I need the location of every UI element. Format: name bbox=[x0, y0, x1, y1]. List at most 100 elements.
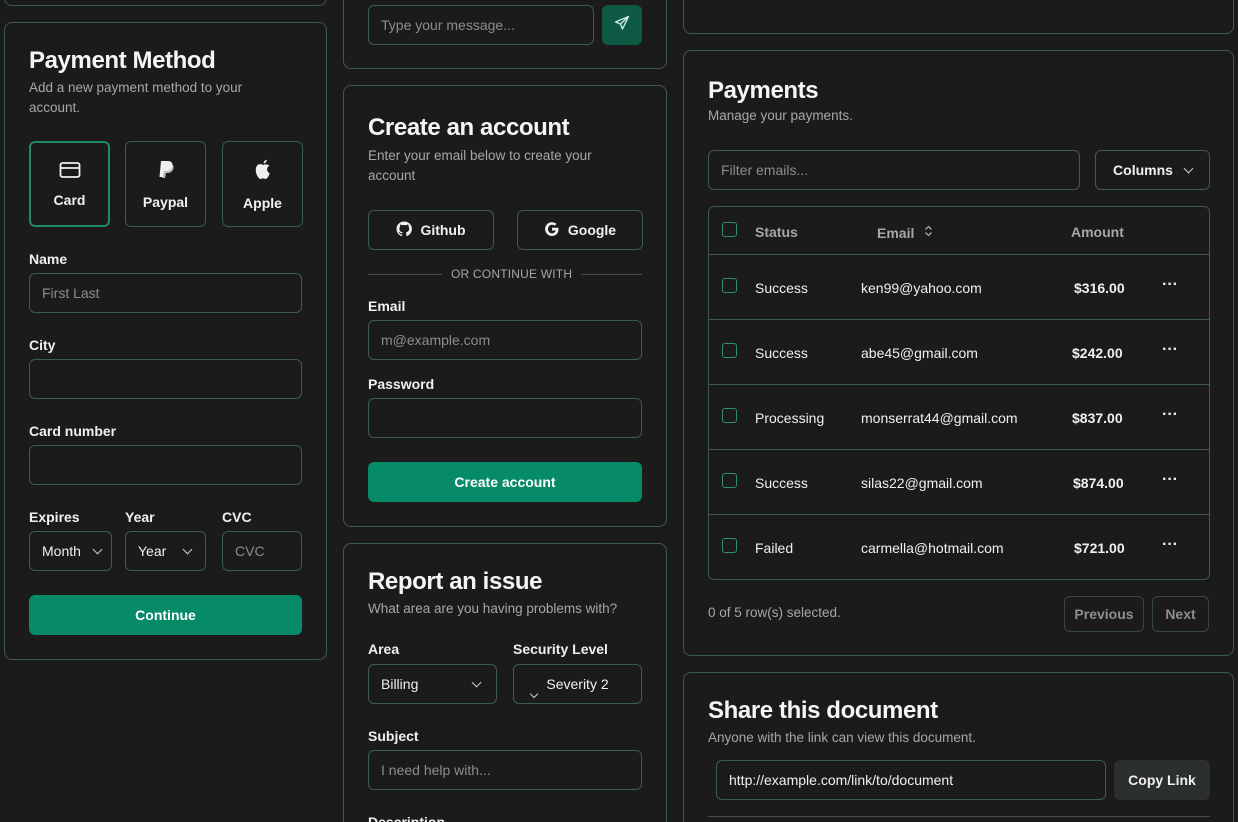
row-checkbox[interactable] bbox=[722, 408, 737, 423]
payment-method-title: Payment Method bbox=[29, 47, 216, 74]
row-checkbox[interactable] bbox=[722, 343, 737, 358]
password-input[interactable] bbox=[368, 398, 642, 438]
area-label: Area bbox=[368, 641, 400, 657]
row-checkbox[interactable] bbox=[722, 278, 737, 293]
message-input[interactable]: Type your message... bbox=[368, 5, 594, 45]
email-header: Email bbox=[877, 225, 915, 241]
card-number-input[interactable] bbox=[29, 445, 302, 485]
columns-button[interactable]: Columns bbox=[1095, 150, 1210, 190]
share-link-input[interactable]: http://example.com/link/to/document bbox=[716, 760, 1106, 800]
row-email: abe45@gmail.com bbox=[861, 345, 978, 361]
divider-label: OR CONTINUE WITH bbox=[442, 267, 582, 281]
row-checkbox[interactable] bbox=[722, 538, 737, 553]
next-button[interactable]: Next bbox=[1152, 596, 1209, 632]
share-document-description: Anyone with the link can view this docum… bbox=[708, 730, 976, 745]
chevron-down-icon bbox=[471, 677, 482, 687]
password-label: Password bbox=[368, 376, 435, 392]
create-account-button[interactable]: Create account bbox=[368, 462, 642, 502]
year-label: Year bbox=[125, 509, 155, 525]
row-menu-button[interactable]: ··· bbox=[1162, 341, 1178, 359]
chevron-down-icon bbox=[92, 544, 103, 554]
row-divider bbox=[709, 319, 1209, 320]
row-amount: $242.00 bbox=[1072, 345, 1123, 361]
amount-header: Amount bbox=[1071, 224, 1124, 240]
payment-option-apple[interactable]: Apple bbox=[222, 141, 303, 227]
chevron-down-icon bbox=[1183, 163, 1194, 173]
payment-option-paypal-label: Paypal bbox=[142, 193, 189, 210]
report-issue-card: Report an issue What area are you having… bbox=[343, 543, 667, 822]
city-input[interactable] bbox=[29, 359, 302, 399]
share-divider bbox=[708, 816, 1210, 817]
row-email: ken99@yahoo.com bbox=[861, 280, 982, 296]
year-select[interactable]: Year bbox=[125, 531, 206, 571]
row-amount: $837.00 bbox=[1072, 410, 1123, 426]
month-select[interactable]: Month bbox=[29, 531, 112, 571]
report-issue-description: What area are you having problems with? bbox=[368, 601, 618, 616]
subject-label: Subject bbox=[368, 728, 419, 744]
row-menu-button[interactable]: ··· bbox=[1162, 406, 1178, 424]
row-divider bbox=[709, 449, 1209, 450]
email-input[interactable]: m@example.com bbox=[368, 320, 642, 360]
row-email: monserrat44@gmail.com bbox=[861, 410, 1018, 426]
payments-table: Status Email Amount Success ken99@yahoo.… bbox=[708, 206, 1210, 580]
chevron-down-icon bbox=[182, 544, 193, 554]
sort-icon bbox=[924, 224, 933, 242]
share-document-title: Share this document bbox=[708, 697, 938, 724]
row-status: Success bbox=[755, 475, 808, 491]
row-status: Failed bbox=[755, 540, 794, 556]
card-icon bbox=[59, 161, 81, 184]
google-button[interactable]: Google bbox=[517, 210, 643, 250]
cvc-input[interactable]: CVC bbox=[222, 531, 302, 571]
payments-title: Payments bbox=[708, 77, 819, 104]
row-checkbox[interactable] bbox=[722, 473, 737, 488]
row-email: silas22@gmail.com bbox=[861, 475, 983, 491]
email-sort-button[interactable]: Email bbox=[877, 224, 933, 242]
expires-label: Expires bbox=[29, 509, 80, 525]
header-divider bbox=[709, 254, 1209, 255]
apple-icon bbox=[252, 158, 274, 187]
status-header: Status bbox=[755, 224, 798, 240]
row-divider bbox=[709, 384, 1209, 385]
row-email: carmella@hotmail.com bbox=[861, 540, 1004, 556]
row-status: Success bbox=[755, 280, 808, 296]
top-left-card-stub bbox=[4, 0, 327, 6]
city-label: City bbox=[29, 337, 56, 353]
payment-method-description: Add a new payment method to your account… bbox=[29, 80, 243, 115]
payment-method-card: Payment Method Add a new payment method … bbox=[4, 22, 327, 660]
create-account-title: Create an account bbox=[368, 114, 570, 141]
security-level-select[interactable]: Severity 2 bbox=[513, 664, 642, 704]
name-input[interactable]: First Last bbox=[29, 273, 302, 313]
card-number-label: Card number bbox=[29, 423, 117, 439]
name-label: Name bbox=[29, 251, 68, 267]
payment-option-card-label: Card bbox=[53, 191, 86, 208]
continue-button[interactable]: Continue bbox=[29, 595, 302, 635]
copy-link-button[interactable]: Copy Link bbox=[1114, 760, 1210, 800]
row-menu-button[interactable]: ··· bbox=[1162, 536, 1178, 554]
area-select[interactable]: Billing bbox=[368, 664, 497, 704]
row-menu-button[interactable]: ··· bbox=[1162, 276, 1178, 294]
row-status: Success bbox=[755, 345, 808, 361]
previous-button[interactable]: Previous bbox=[1064, 596, 1144, 632]
row-divider bbox=[709, 514, 1209, 515]
security-level-label: Security Level bbox=[513, 641, 608, 657]
github-button[interactable]: Github bbox=[368, 210, 494, 250]
subject-input[interactable]: I need help with... bbox=[368, 750, 642, 790]
select-all-checkbox[interactable] bbox=[722, 222, 737, 237]
payment-option-apple-label: Apple bbox=[243, 194, 282, 211]
cvc-label: CVC bbox=[222, 509, 252, 525]
filter-emails-input[interactable]: Filter emails... bbox=[708, 150, 1080, 190]
payment-option-paypal[interactable]: Paypal bbox=[125, 141, 206, 227]
row-menu-button[interactable]: ··· bbox=[1162, 471, 1178, 489]
report-issue-title: Report an issue bbox=[368, 568, 543, 595]
top-right-card-stub bbox=[683, 0, 1234, 34]
payment-option-card[interactable]: Card bbox=[29, 141, 110, 227]
create-account-card: Create an account Enter your email below… bbox=[343, 85, 667, 527]
description-label: Description bbox=[368, 814, 446, 822]
payments-card: Payments Manage your payments. Filter em… bbox=[683, 50, 1234, 656]
chevron-down-icon bbox=[529, 689, 539, 699]
chat-card: Type your message... bbox=[343, 0, 667, 69]
row-status: Processing bbox=[755, 410, 825, 426]
send-icon bbox=[614, 15, 630, 36]
selection-status: 0 of 5 row(s) selected. bbox=[708, 605, 841, 620]
send-button[interactable] bbox=[602, 5, 642, 45]
